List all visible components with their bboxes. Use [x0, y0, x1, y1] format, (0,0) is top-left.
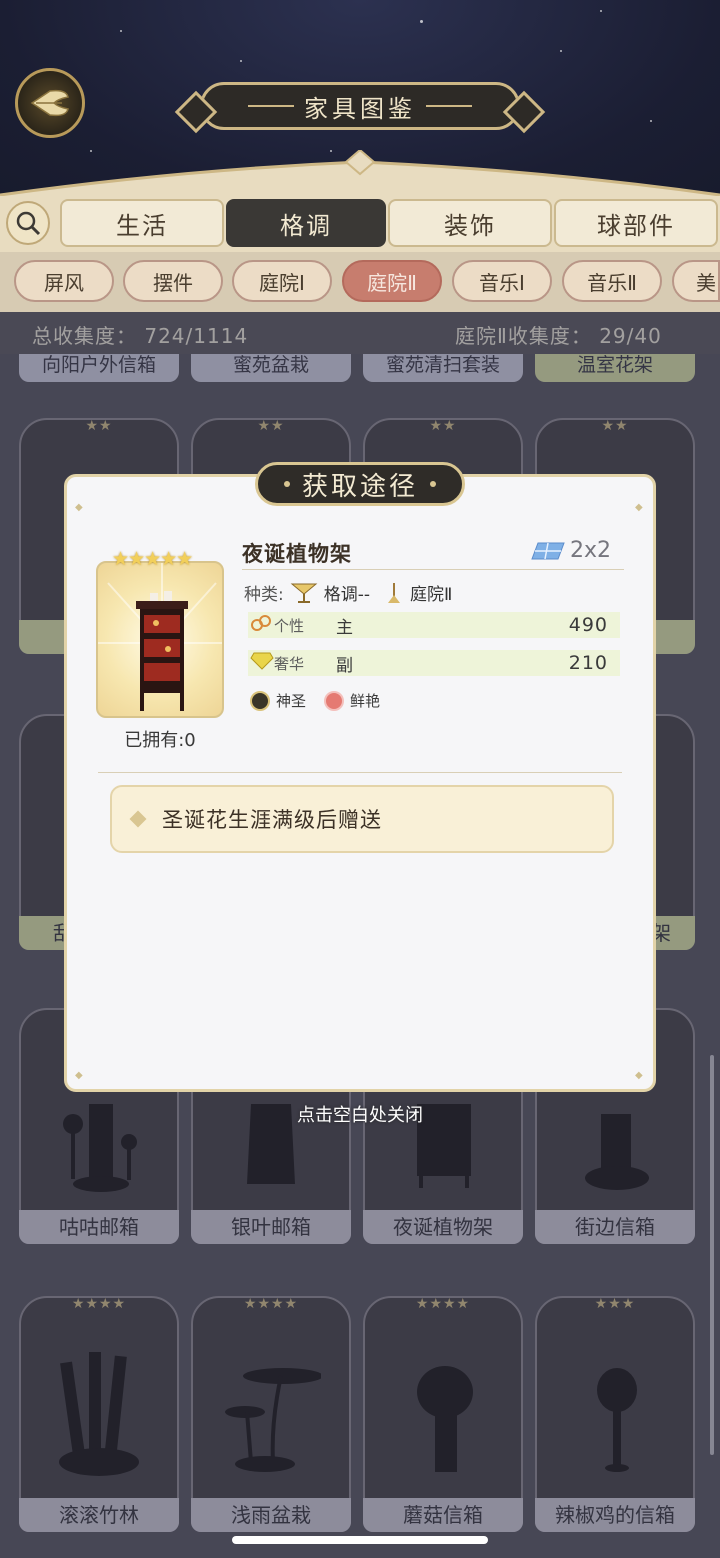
panel-corner-ornament: ◆ — [635, 1070, 643, 1081]
back-button[interactable] — [15, 68, 85, 138]
sacred-tag-icon — [250, 690, 270, 711]
attribute-row-personality: 个性 主 490 — [248, 612, 620, 638]
vivid-tag-icon — [324, 690, 345, 711]
tab-style[interactable]: 格调 — [226, 199, 386, 247]
attribute-value: 210 — [568, 652, 608, 674]
subtab-music-2[interactable]: 音乐Ⅱ — [562, 260, 662, 302]
subtab-music-1[interactable]: 音乐Ⅰ — [452, 260, 552, 302]
diamond-icon — [250, 651, 274, 676]
attribute-row-luxury: 奢华 副 210 — [248, 650, 620, 676]
item-size-value: 2x2 — [570, 538, 612, 563]
page-title: 家具图鉴 — [304, 94, 416, 123]
home-indicator[interactable] — [232, 1536, 488, 1544]
close-hint: 点击空白处关闭 — [297, 1105, 423, 1126]
item-rarity-stars: ★★★★★ — [112, 548, 193, 570]
panel-corner-ornament: ◆ — [635, 502, 643, 513]
kind-value-style: 格调-- — [323, 585, 371, 605]
title-line-left — [248, 105, 294, 107]
subtab-beauty[interactable]: 美 — [672, 260, 720, 302]
divider — [98, 772, 622, 773]
personality-icon — [250, 613, 274, 638]
subtab-screen[interactable]: 屏风 — [14, 260, 114, 302]
popup-title-plate: 获取途径 — [255, 462, 465, 506]
diamond-bullet-icon — [129, 810, 147, 828]
kind-label: 种类: — [244, 585, 284, 605]
item-size: 2x2 — [530, 538, 611, 563]
owned-count: 已拥有:0 — [124, 730, 196, 751]
source-text: 圣诞花生涯满级后赠送 — [162, 808, 382, 832]
back-wing-icon — [30, 89, 69, 117]
panel-corner-ornament: ◆ — [75, 1070, 83, 1081]
search-button[interactable] — [6, 201, 50, 245]
page-title-plate: 家具图鉴 — [174, 82, 546, 134]
attribute-role: 副 — [336, 655, 353, 676]
subtab-ornament[interactable]: 摆件 — [123, 260, 223, 302]
item-name: 夜诞植物架 — [242, 542, 352, 566]
tag-vivid: 鲜艳 — [350, 692, 381, 710]
tab-decoration[interactable]: 装饰 — [388, 199, 552, 247]
plant-shelf-image — [98, 563, 222, 711]
acquisition-source-entry[interactable]: 圣诞花生涯满级后赠送 — [110, 785, 614, 853]
tab-ball-parts[interactable]: 球部件 — [554, 199, 718, 247]
popup-title: 获取途径 — [301, 471, 418, 502]
item-preview-card — [96, 561, 224, 718]
attribute-label: 个性 — [274, 616, 305, 635]
broom-icon — [388, 582, 401, 603]
floor-tile-icon — [531, 542, 565, 559]
attribute-value: 490 — [568, 614, 608, 636]
tab-life[interactable]: 生活 — [60, 199, 224, 247]
subtab-courtyard-2[interactable]: 庭院Ⅱ — [342, 260, 442, 302]
kind-value-courtyard: 庭院Ⅱ — [410, 585, 453, 605]
panel-corner-ornament: ◆ — [75, 502, 83, 513]
cocktail-glass-icon — [290, 583, 318, 603]
item-tags: 神圣 鲜艳 — [250, 690, 380, 711]
subtab-courtyard-1[interactable]: 庭院Ⅰ — [232, 260, 332, 302]
title-line-right — [426, 105, 472, 107]
attribute-role: 主 — [336, 617, 353, 638]
attribute-label: 奢华 — [274, 654, 305, 673]
search-icon — [16, 211, 41, 236]
tag-sacred: 神圣 — [276, 692, 307, 710]
divider — [242, 569, 624, 570]
item-kind-row: 种类: 格调-- 庭院Ⅱ — [244, 580, 452, 605]
